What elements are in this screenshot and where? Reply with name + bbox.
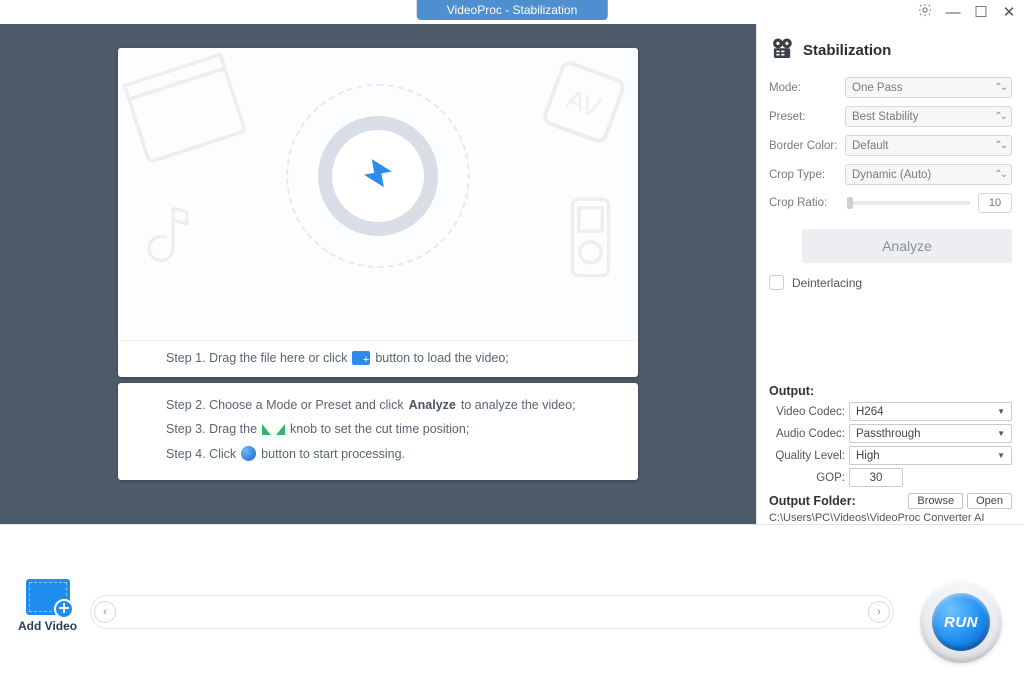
crop-type-select[interactable]: Dynamic (Auto)⌃⌄: [845, 164, 1012, 185]
deinterlacing-checkbox[interactable]: [769, 275, 784, 290]
output-folder-heading: Output Folder:: [769, 494, 856, 508]
bottom-bar: Add Video ‹ › RUN: [0, 524, 1024, 677]
drop-card: AV Step 1. Drag the file here or click b…: [118, 48, 638, 377]
output-heading: Output:: [769, 384, 1012, 398]
crop-ratio-value[interactable]: 10: [978, 193, 1012, 213]
upload-arrow-icon: [357, 153, 399, 200]
mode-label: Mode:: [769, 82, 839, 94]
trim-knob-left-icon: [262, 424, 271, 435]
output-folder-path: C:\Users\PC\Videos\VideoProc Converter A…: [769, 512, 1012, 524]
browse-button[interactable]: Browse: [908, 493, 963, 509]
audio-codec-label: Audio Codec:: [769, 428, 845, 440]
quality-level-select[interactable]: High▼: [849, 446, 1012, 465]
title-bar: VideoProc - Stabilization — ☐ ✕: [0, 0, 1024, 24]
run-inline-icon: [241, 446, 256, 461]
timeline[interactable]: [90, 595, 894, 629]
timeline-next-button[interactable]: ›: [868, 601, 890, 623]
minimize-button[interactable]: —: [944, 4, 962, 21]
add-video-inline-icon: [352, 351, 370, 365]
timeline-prev-button[interactable]: ‹: [94, 601, 116, 623]
gop-input[interactable]: [849, 468, 903, 487]
step-2-text: Step 2. Choose a Mode or Preset and clic…: [166, 393, 590, 417]
analyze-button[interactable]: Analyze: [802, 229, 1012, 263]
border-color-select[interactable]: Default⌃⌄: [845, 135, 1012, 156]
step-3-text: Step 3. Drag the knob to set the cut tim…: [166, 417, 590, 441]
preview-stage: AV Step 1. Drag the file here or click b…: [0, 24, 756, 524]
panel-title: Stabilization: [803, 42, 891, 59]
close-button[interactable]: ✕: [1000, 3, 1018, 21]
window-title: VideoProc - Stabilization: [417, 0, 608, 20]
steps-card: Step 2. Choose a Mode or Preset and clic…: [118, 383, 638, 480]
add-video-icon: [26, 579, 70, 615]
quality-level-label: Quality Level:: [769, 450, 845, 462]
mode-select[interactable]: One Pass⌃⌄: [845, 77, 1012, 98]
stabilization-icon: [769, 36, 795, 65]
gop-label: GOP:: [769, 472, 845, 484]
step-4-text: Step 4. Click button to start processing…: [166, 441, 590, 466]
maximize-button[interactable]: ☐: [972, 3, 990, 21]
crop-ratio-slider[interactable]: [847, 201, 970, 205]
drop-zone[interactable]: AV: [118, 48, 638, 340]
video-codec-select[interactable]: H264▼: [849, 402, 1012, 421]
crop-type-label: Crop Type:: [769, 169, 839, 181]
crop-ratio-label: Crop Ratio:: [769, 197, 839, 209]
trim-knob-right-icon: [276, 424, 285, 435]
preset-select[interactable]: Best Stability⌃⌄: [845, 106, 1012, 127]
settings-panel: Stabilization Mode: One Pass⌃⌄ Preset: B…: [756, 24, 1024, 524]
video-codec-label: Video Codec:: [769, 406, 845, 418]
audio-codec-select[interactable]: Passthrough▼: [849, 424, 1012, 443]
deinterlacing-label: Deinterlacing: [792, 276, 862, 290]
run-button[interactable]: RUN: [920, 581, 1002, 663]
drop-circle: [318, 116, 438, 236]
border-color-label: Border Color:: [769, 140, 839, 152]
settings-icon[interactable]: [916, 2, 934, 22]
step-1-text: Step 1. Drag the file here or click butt…: [118, 340, 638, 377]
add-video-button[interactable]: Add Video: [18, 579, 77, 633]
open-button[interactable]: Open: [967, 493, 1012, 509]
preset-label: Preset:: [769, 111, 839, 123]
svg-text:AV: AV: [563, 84, 605, 124]
run-button-label: RUN: [932, 593, 990, 651]
